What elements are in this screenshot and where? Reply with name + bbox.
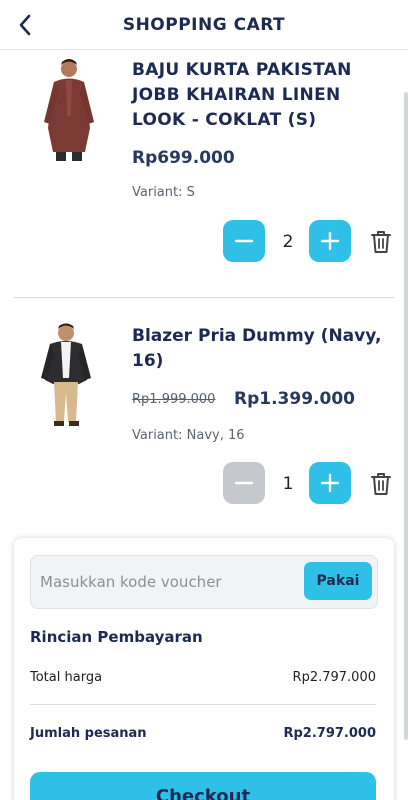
- app-header: SHOPPING CART: [0, 0, 408, 50]
- original-price: Rp1.999.000: [132, 392, 216, 407]
- order-total-value: Rp2.797.000: [283, 726, 376, 741]
- checkout-button[interactable]: Checkout: [30, 772, 376, 800]
- scrollbar[interactable]: [404, 92, 408, 740]
- increase-quantity-button[interactable]: [309, 462, 351, 504]
- product-image[interactable]: [14, 322, 119, 427]
- delete-item-button[interactable]: [369, 229, 393, 255]
- product-variant: Variant: S: [132, 185, 195, 200]
- minus-icon: [234, 239, 254, 243]
- payment-summary-card: Pakai Rincian Pembayaran Total harga Rp2…: [14, 538, 394, 800]
- total-price-value: Rp2.797.000: [292, 670, 376, 685]
- voucher-input[interactable]: [40, 568, 295, 596]
- delete-item-button[interactable]: [369, 471, 393, 497]
- quantity-value: 2: [282, 232, 294, 252]
- minus-icon: [234, 481, 254, 485]
- product-variant: Variant: Navy, 16: [132, 428, 245, 443]
- product-price: Rp1.399.000: [234, 389, 355, 409]
- decrease-quantity-button[interactable]: [223, 462, 265, 504]
- trash-icon: [371, 231, 391, 253]
- decrease-quantity-button[interactable]: [223, 220, 265, 262]
- summary-divider: [30, 704, 376, 705]
- plus-icon: [320, 473, 340, 493]
- product-name[interactable]: BAJU KURTA PAKISTAN JOBB KHAIRAN LINEN L…: [132, 58, 382, 133]
- apply-voucher-button[interactable]: Pakai: [304, 562, 372, 600]
- page-title: SHOPPING CART: [122, 15, 286, 35]
- plus-icon: [320, 231, 340, 251]
- increase-quantity-button[interactable]: [309, 220, 351, 262]
- payment-details-title: Rincian Pembayaran: [30, 628, 203, 646]
- voucher-box: Pakai: [30, 555, 378, 609]
- item-divider: [14, 297, 394, 298]
- total-price-label: Total harga: [30, 670, 103, 685]
- product-price: Rp699.000: [132, 148, 235, 168]
- product-image[interactable]: [30, 56, 104, 161]
- product-name[interactable]: Blazer Pria Dummy (Navy, 16): [132, 324, 394, 374]
- order-total-label: Jumlah pesanan: [30, 726, 147, 741]
- trash-icon: [371, 473, 391, 495]
- quantity-value: 1: [282, 474, 294, 494]
